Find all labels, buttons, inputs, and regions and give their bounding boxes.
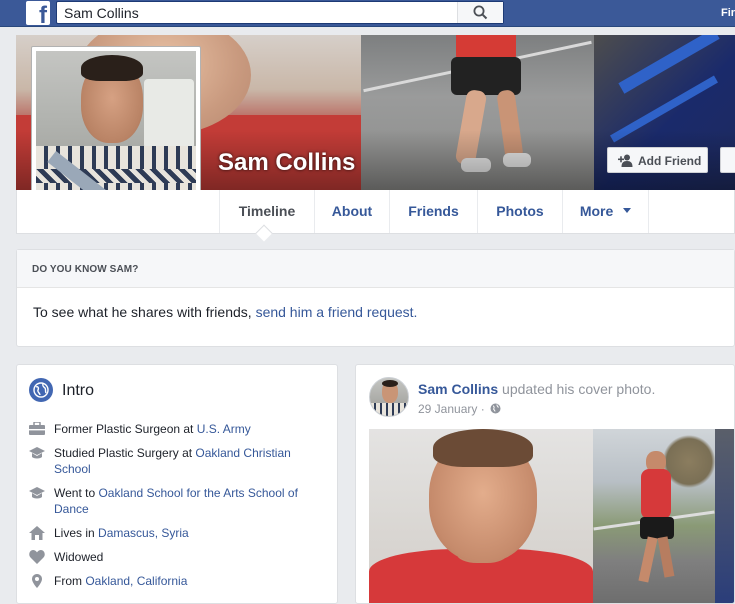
post-photo-right: [715, 429, 734, 603]
home-icon: [29, 526, 45, 540]
intro-item-text: Widowed: [54, 549, 314, 565]
intro-link-hometown[interactable]: Oakland, California: [85, 574, 187, 588]
avatar[interactable]: [369, 377, 409, 417]
do-you-know-title: DO YOU KNOW SAM?: [32, 264, 139, 275]
avatar-hair: [382, 380, 398, 387]
add-friend-label: Add Friend: [638, 154, 702, 168]
intro-title: Intro: [62, 382, 95, 399]
intro-label: Widowed: [54, 550, 104, 564]
post-header: Sam Collins updated his cover photo.: [418, 381, 655, 397]
post-meta-separator: ·: [477, 402, 489, 416]
globe-icon[interactable]: [490, 403, 501, 414]
add-friend-button[interactable]: Add Friend: [607, 147, 708, 173]
tab-more[interactable]: More: [562, 190, 649, 233]
top-nav-link[interactable]: Fir: [721, 7, 735, 19]
intro-label: Studied Plastic Surgery at: [54, 446, 196, 460]
intro-link-city[interactable]: Damascus, Syria: [98, 526, 189, 540]
cover-photo-post-image[interactable]: [369, 429, 734, 603]
car-window: [144, 79, 194, 149]
post-photo-portrait: [369, 429, 593, 603]
send-friend-request-link[interactable]: send him a friend request.: [256, 304, 418, 320]
intro-card: Intro Former Plastic Surgeon at U.S. Arm…: [16, 364, 338, 604]
graduation-cap-icon: [29, 447, 45, 459]
profile-hair: [81, 55, 143, 81]
briefcase-icon: [29, 422, 45, 435]
location-pin-icon: [32, 574, 42, 588]
facebook-logo[interactable]: f: [26, 1, 50, 29]
intro-item-text: Went to Oakland School for the Arts Scho…: [54, 485, 314, 517]
do-you-know-box: DO YOU KNOW SAM? To see what he shares w…: [16, 249, 735, 347]
search-icon: [473, 5, 488, 20]
runner-shirt: [641, 469, 671, 519]
intro-item-text: From Oakland, California: [54, 573, 314, 589]
post-photo-runner: [593, 429, 715, 603]
post-action-text: updated his cover photo.: [498, 381, 656, 397]
runner-leg: [638, 536, 658, 583]
do-you-know-header: DO YOU KNOW SAM?: [17, 250, 734, 288]
chevron-down-icon: [623, 208, 632, 214]
profile-name[interactable]: Sam Collins: [218, 149, 355, 177]
post-meta: 29 January ·: [418, 402, 501, 416]
profile-tab-bar: Timeline About Friends Photos More: [16, 190, 735, 242]
tab-more-label: More: [579, 203, 614, 219]
facebook-logo-letter: f: [39, 2, 47, 29]
intro-item-text: Lives in Damascus, Syria: [54, 525, 314, 541]
heart-icon: [29, 550, 45, 564]
timeline-post: Sam Collins updated his cover photo. 29 …: [355, 364, 735, 604]
tab-about[interactable]: About: [314, 190, 389, 233]
intro-label: Lives in: [54, 526, 99, 540]
profile-picture-image: [36, 51, 196, 211]
tab-friends[interactable]: Friends: [389, 190, 477, 233]
do-you-know-message: To see what he shares with friends,: [33, 304, 256, 320]
search-button[interactable]: [457, 2, 503, 23]
runner-leg: [657, 536, 675, 578]
do-you-know-text: To see what he shares with friends, send…: [33, 304, 417, 320]
post-author-link[interactable]: Sam Collins: [418, 381, 498, 397]
intro-item-text: Studied Plastic Surgery at Oakland Chris…: [54, 445, 314, 477]
search-box: [56, 1, 504, 24]
globe-icon: [29, 378, 53, 402]
runner-shorts: [451, 57, 521, 95]
intro-label: Former Plastic Surgeon at: [54, 422, 197, 436]
avatar-sweater: [370, 403, 408, 416]
top-navigation-bar: f Fir: [0, 0, 735, 29]
message-button[interactable]: [720, 147, 735, 173]
graduation-cap-icon: [29, 487, 45, 499]
intro-label: Went to: [54, 486, 99, 500]
post-date-link[interactable]: 29 January: [418, 402, 477, 416]
tab-photos[interactable]: Photos: [477, 190, 562, 233]
add-friend-icon: [618, 154, 633, 167]
intro-label: From: [54, 574, 86, 588]
runner-shorts: [640, 517, 674, 539]
intro-item-text: Former Plastic Surgeon at U.S. Army: [54, 421, 314, 437]
search-input[interactable]: [57, 2, 457, 23]
intro-link-employer[interactable]: U.S. Army: [197, 422, 251, 436]
post-hair: [433, 429, 533, 467]
